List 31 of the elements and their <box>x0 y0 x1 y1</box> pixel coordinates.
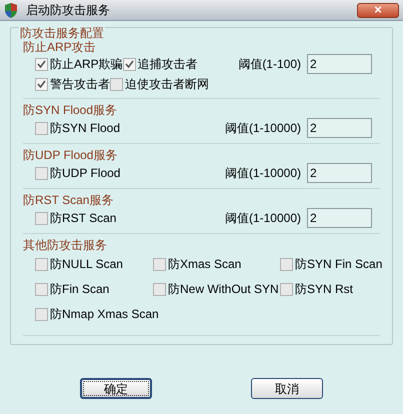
checkbox-option[interactable]: 防NULL Scan <box>35 255 123 273</box>
threshold-label: 阈值(1-10000) <box>224 165 301 182</box>
checkbox-option[interactable]: 防SYN Rst <box>280 280 354 298</box>
threshold-label: 阈值(1-10000) <box>224 210 301 227</box>
section-title: 防止ARP攻击 <box>23 40 96 54</box>
checkbox-option[interactable]: 警告攻击者 <box>35 75 110 93</box>
dialog-button[interactable]: 取消 <box>251 378 323 399</box>
checkbox-option[interactable]: 迫使攻击者断网 <box>110 75 209 93</box>
threshold-label: 阈值(1-100) <box>238 56 301 73</box>
group-title: 防攻击服务配置 <box>19 26 105 40</box>
checkbox-option[interactable]: 防Fin Scan <box>35 280 110 298</box>
checkbox-option[interactable]: 防SYN Fin Scan <box>280 255 382 273</box>
section-title: 防SYN Flood服务 <box>23 103 118 117</box>
checkbox-option[interactable]: 防UDP Flood <box>35 164 120 182</box>
checkbox-option[interactable]: 防Nmap Xmas Scan <box>35 305 159 323</box>
checkbox-option[interactable]: 防RST Scan <box>35 209 116 227</box>
section-title: 其他防攻击服务 <box>23 238 107 252</box>
checkbox-option[interactable]: 防New WithOut SYN <box>153 280 279 298</box>
threshold-field[interactable]: 2 <box>307 163 372 183</box>
checkbox-option[interactable]: 防Xmas Scan <box>153 255 242 273</box>
checkbox-option[interactable]: 防止ARP欺骗 <box>35 55 123 73</box>
threshold-field[interactable]: 2 <box>307 118 372 138</box>
threshold-field[interactable]: 2 <box>307 54 372 74</box>
window-title: 启动防攻击服务 <box>26 2 111 19</box>
section-title: 防UDP Flood服务 <box>23 148 118 162</box>
section-title: 防RST Scan服务 <box>23 193 114 207</box>
threshold-field[interactable]: 2 <box>307 208 372 228</box>
threshold-label: 阈值(1-10000) <box>224 120 301 137</box>
checkbox-option[interactable]: 防SYN Flood <box>35 119 120 137</box>
checkbox-option[interactable]: 追捕攻击者 <box>122 55 198 73</box>
dialog-button[interactable]: 确定 <box>80 378 152 399</box>
